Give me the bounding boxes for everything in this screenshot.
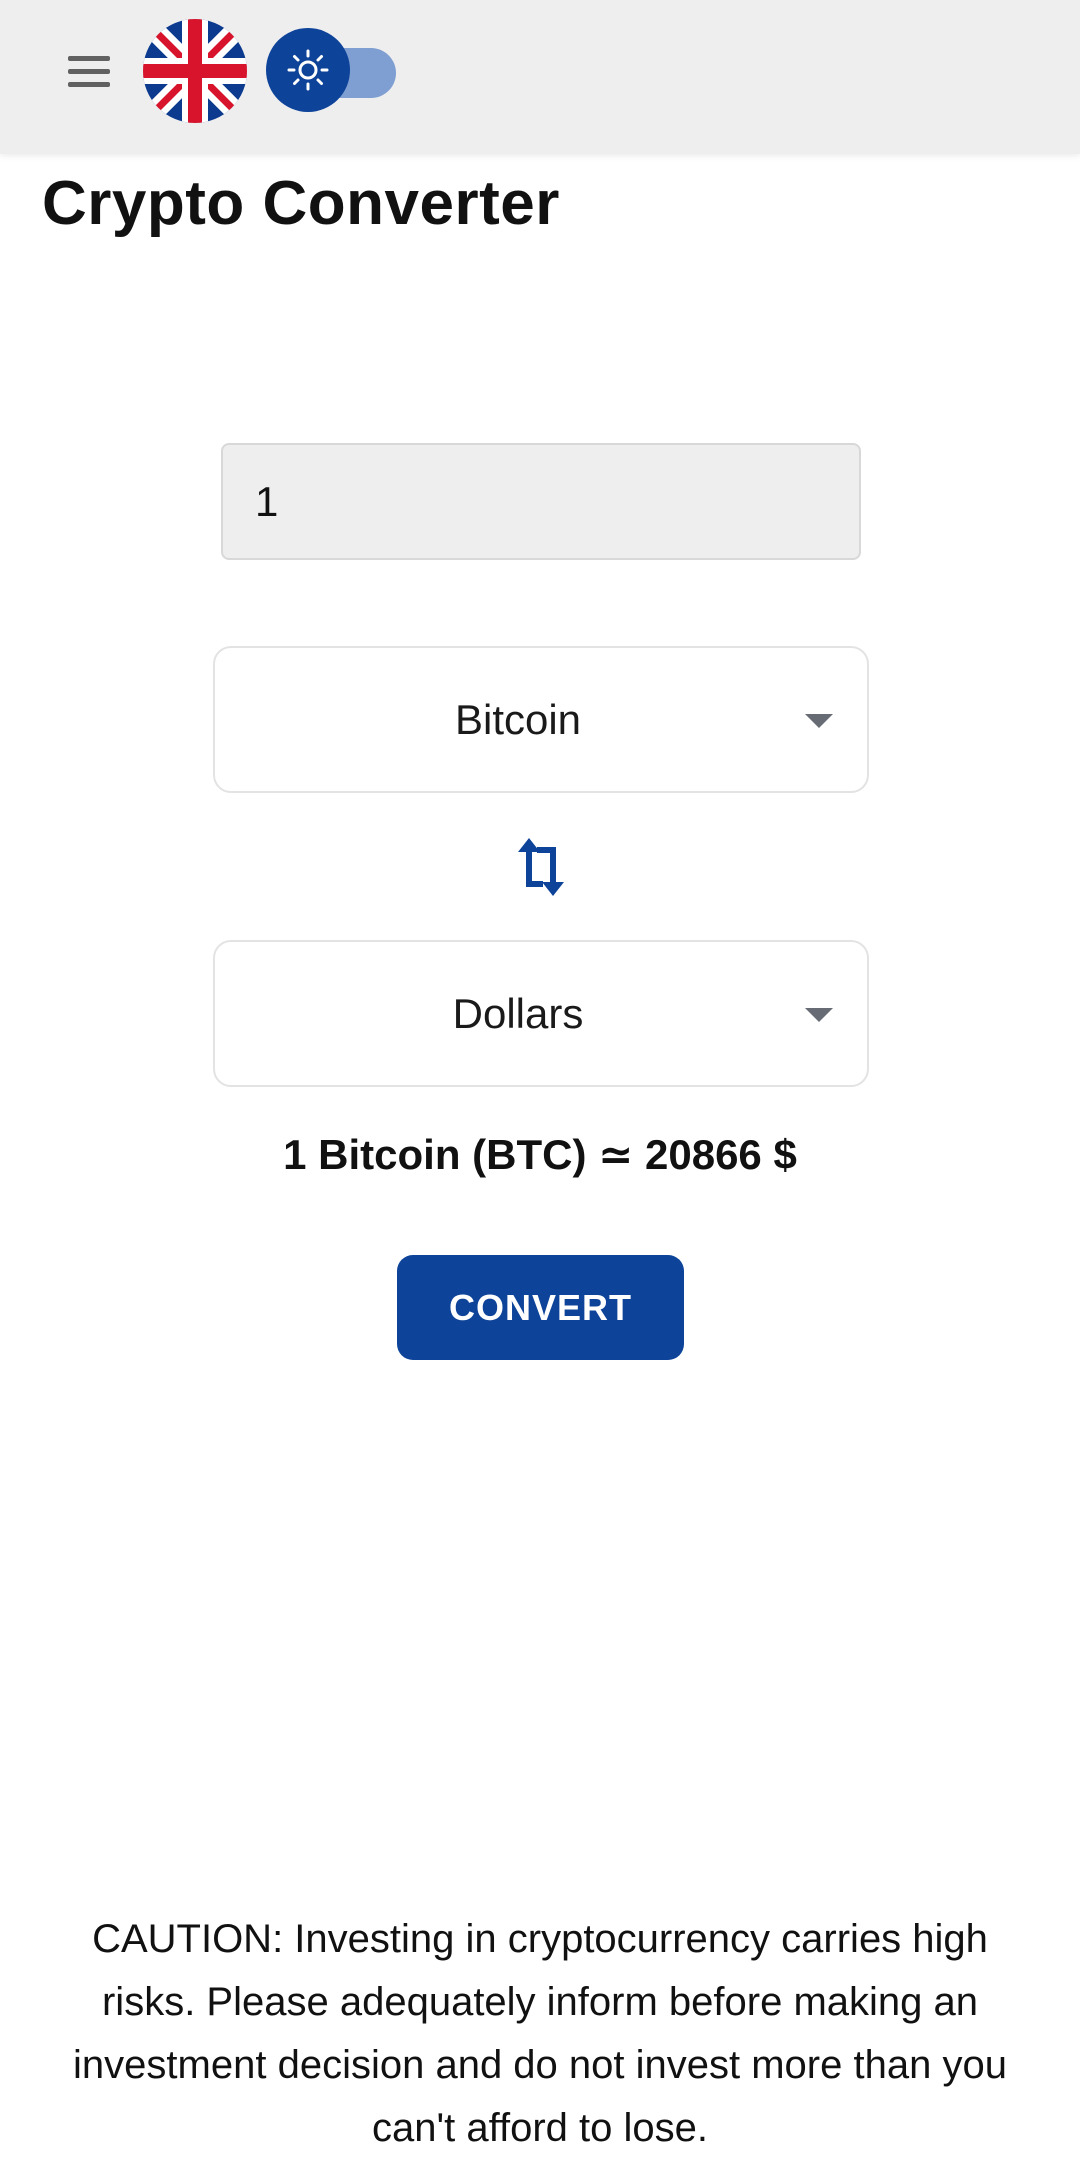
convert-button[interactable]: CONVERT — [397, 1255, 684, 1360]
caret-down-icon — [805, 1008, 833, 1022]
swap-currencies-button[interactable] — [510, 836, 572, 898]
caution-disclaimer: CAUTION: Investing in cryptocurrency car… — [73, 1917, 1007, 2150]
app-bar — [0, 0, 1080, 154]
conversion-result: 1 Bitcoin (BTC) ≃ 20866 $ — [283, 1131, 797, 1178]
swap-arrows-icon — [518, 838, 564, 896]
from-currency-select[interactable]: Bitcoin — [213, 646, 869, 793]
to-currency-select[interactable]: Dollars — [213, 940, 869, 1087]
theme-toggle[interactable] — [266, 26, 396, 116]
sun-icon — [287, 49, 329, 91]
menu-line-top — [68, 56, 110, 61]
hamburger-menu-icon[interactable] — [58, 48, 122, 96]
to-currency-value: Dollars — [452, 989, 584, 1037]
uk-flag-icon — [143, 19, 247, 123]
from-currency-value: Bitcoin — [454, 695, 582, 743]
menu-line-middle — [68, 69, 110, 74]
amount-input[interactable] — [221, 443, 861, 560]
language-flag-button[interactable] — [142, 18, 248, 124]
page-title: Crypto Converter — [42, 169, 560, 238]
caret-down-icon — [805, 714, 833, 728]
toggle-thumb — [266, 28, 350, 112]
menu-line-bottom — [68, 82, 110, 87]
